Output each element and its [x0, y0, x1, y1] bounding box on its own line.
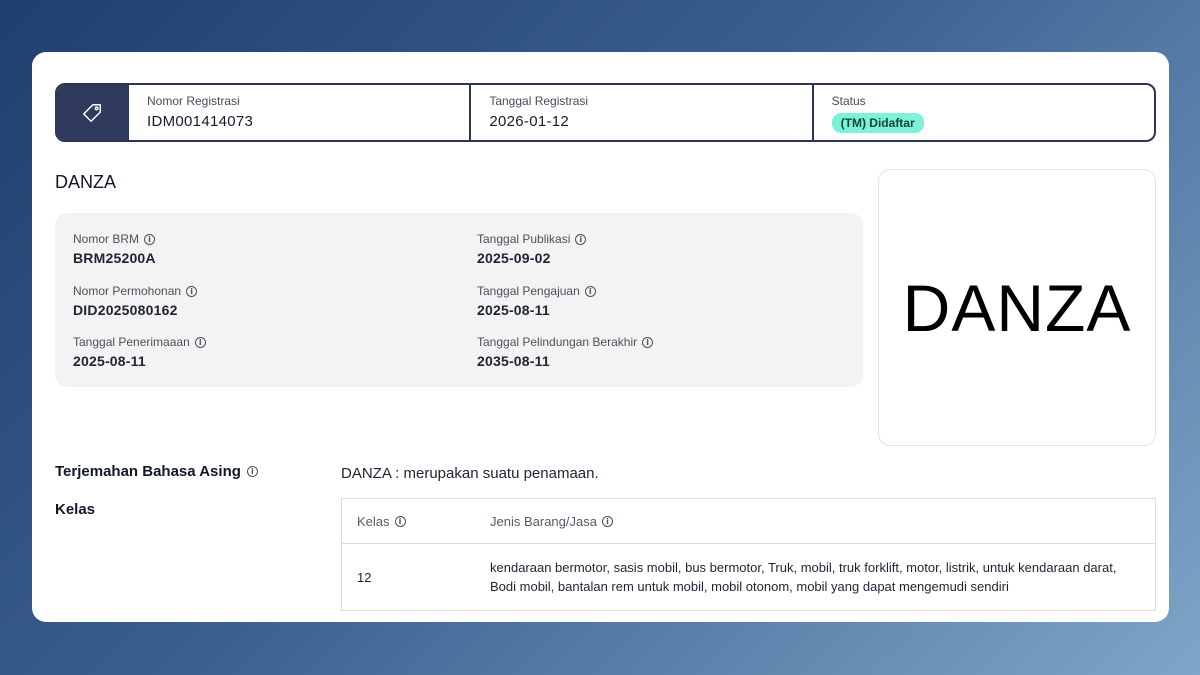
- translation-value: DANZA : merupakan suatu penamaan.: [341, 465, 599, 482]
- table-row: 12 kendaraan bermotor, sasis mobil, bus …: [342, 544, 1155, 610]
- filing-value: 2025-08-11: [477, 302, 550, 318]
- registration-date-label: Tanggal Registrasi: [489, 94, 589, 108]
- trademark-detail-card: Nomor Registrasi IDM001414073 Tanggal Re…: [32, 52, 1169, 622]
- info-icon[interactable]: i: [601, 515, 613, 527]
- registration-header: Nomor Registrasi IDM001414073 Tanggal Re…: [55, 83, 1156, 142]
- receipt-value: 2025-08-11: [73, 353, 146, 369]
- registration-date-cell: Tanggal Registrasi 2026-01-12: [469, 85, 811, 140]
- protection-end-label: Tanggal Pelindungan Berakhir: [477, 335, 638, 349]
- info-icon[interactable]: i: [584, 285, 596, 297]
- translation-label: Terjemahan Bahasa Asing i: [55, 463, 258, 480]
- goods-cell: kendaraan bermotor, sasis mobil, bus ber…: [490, 560, 1117, 594]
- column-header-goods: Jenis Barang/Jasa: [490, 513, 597, 529]
- protection-end-value: 2035-08-11: [477, 353, 550, 369]
- application-value: DID2025080162: [73, 302, 178, 318]
- class-table: Kelas i Jenis Barang/Jasa i 12 kendaraan b…: [341, 498, 1156, 611]
- class-cell: 12: [357, 569, 372, 585]
- publication-field: Tanggal Publikasi i 2025-09-02: [477, 232, 587, 266]
- status-badge: (TM) Didaftar: [831, 113, 924, 133]
- tag-icon: [57, 85, 127, 140]
- publication-label: Tanggal Publikasi: [477, 232, 571, 246]
- receipt-label: Tanggal Penerimaaan: [73, 335, 190, 349]
- filing-label: Tanggal Pengajuan: [477, 284, 580, 298]
- info-icon[interactable]: i: [575, 233, 587, 245]
- registration-number-value: IDM001414073: [147, 113, 254, 130]
- registration-number-cell: Nomor Registrasi IDM001414073: [127, 85, 469, 140]
- brm-field: Nomor BRM i BRM25200A: [73, 232, 156, 266]
- brm-value: BRM25200A: [73, 250, 156, 266]
- receipt-field: Tanggal Penerimaaan i 2025-08-11: [73, 335, 206, 369]
- details-panel: Nomor BRM i BRM25200A Nomor Permohonan i D…: [55, 213, 863, 387]
- registration-date-value: 2026-01-12: [489, 113, 570, 130]
- brm-label: Nomor BRM: [73, 232, 140, 246]
- info-icon[interactable]: i: [144, 233, 156, 245]
- class-label: Kelas: [55, 501, 96, 518]
- table-header: Kelas i Jenis Barang/Jasa i: [342, 499, 1155, 544]
- info-icon[interactable]: i: [194, 336, 206, 348]
- info-icon[interactable]: i: [642, 336, 654, 348]
- column-header-class: Kelas: [357, 513, 390, 529]
- application-field: Nomor Permohonan i DID2025080162: [73, 284, 198, 318]
- status-cell: Status (TM) Didaftar: [811, 85, 1154, 140]
- trademark-logo-image: DANZA: [878, 169, 1156, 446]
- info-icon[interactable]: i: [186, 285, 198, 297]
- info-icon[interactable]: i: [246, 466, 258, 477]
- filing-field: Tanggal Pengajuan i 2025-08-11: [477, 284, 596, 318]
- status-label: Status: [831, 94, 866, 108]
- protection-end-field: Tanggal Pelindungan Berakhir i 2035-08-11: [477, 335, 654, 369]
- publication-value: 2025-09-02: [477, 250, 551, 266]
- translation-label-text: Terjemahan Bahasa Asing: [55, 463, 241, 480]
- registration-number-label: Nomor Registrasi: [147, 94, 240, 108]
- info-icon[interactable]: i: [394, 515, 406, 527]
- page-title: DANZA: [55, 172, 117, 192]
- application-label: Nomor Permohonan: [73, 284, 182, 298]
- trademark-logo-text: DANZA: [902, 270, 1132, 345]
